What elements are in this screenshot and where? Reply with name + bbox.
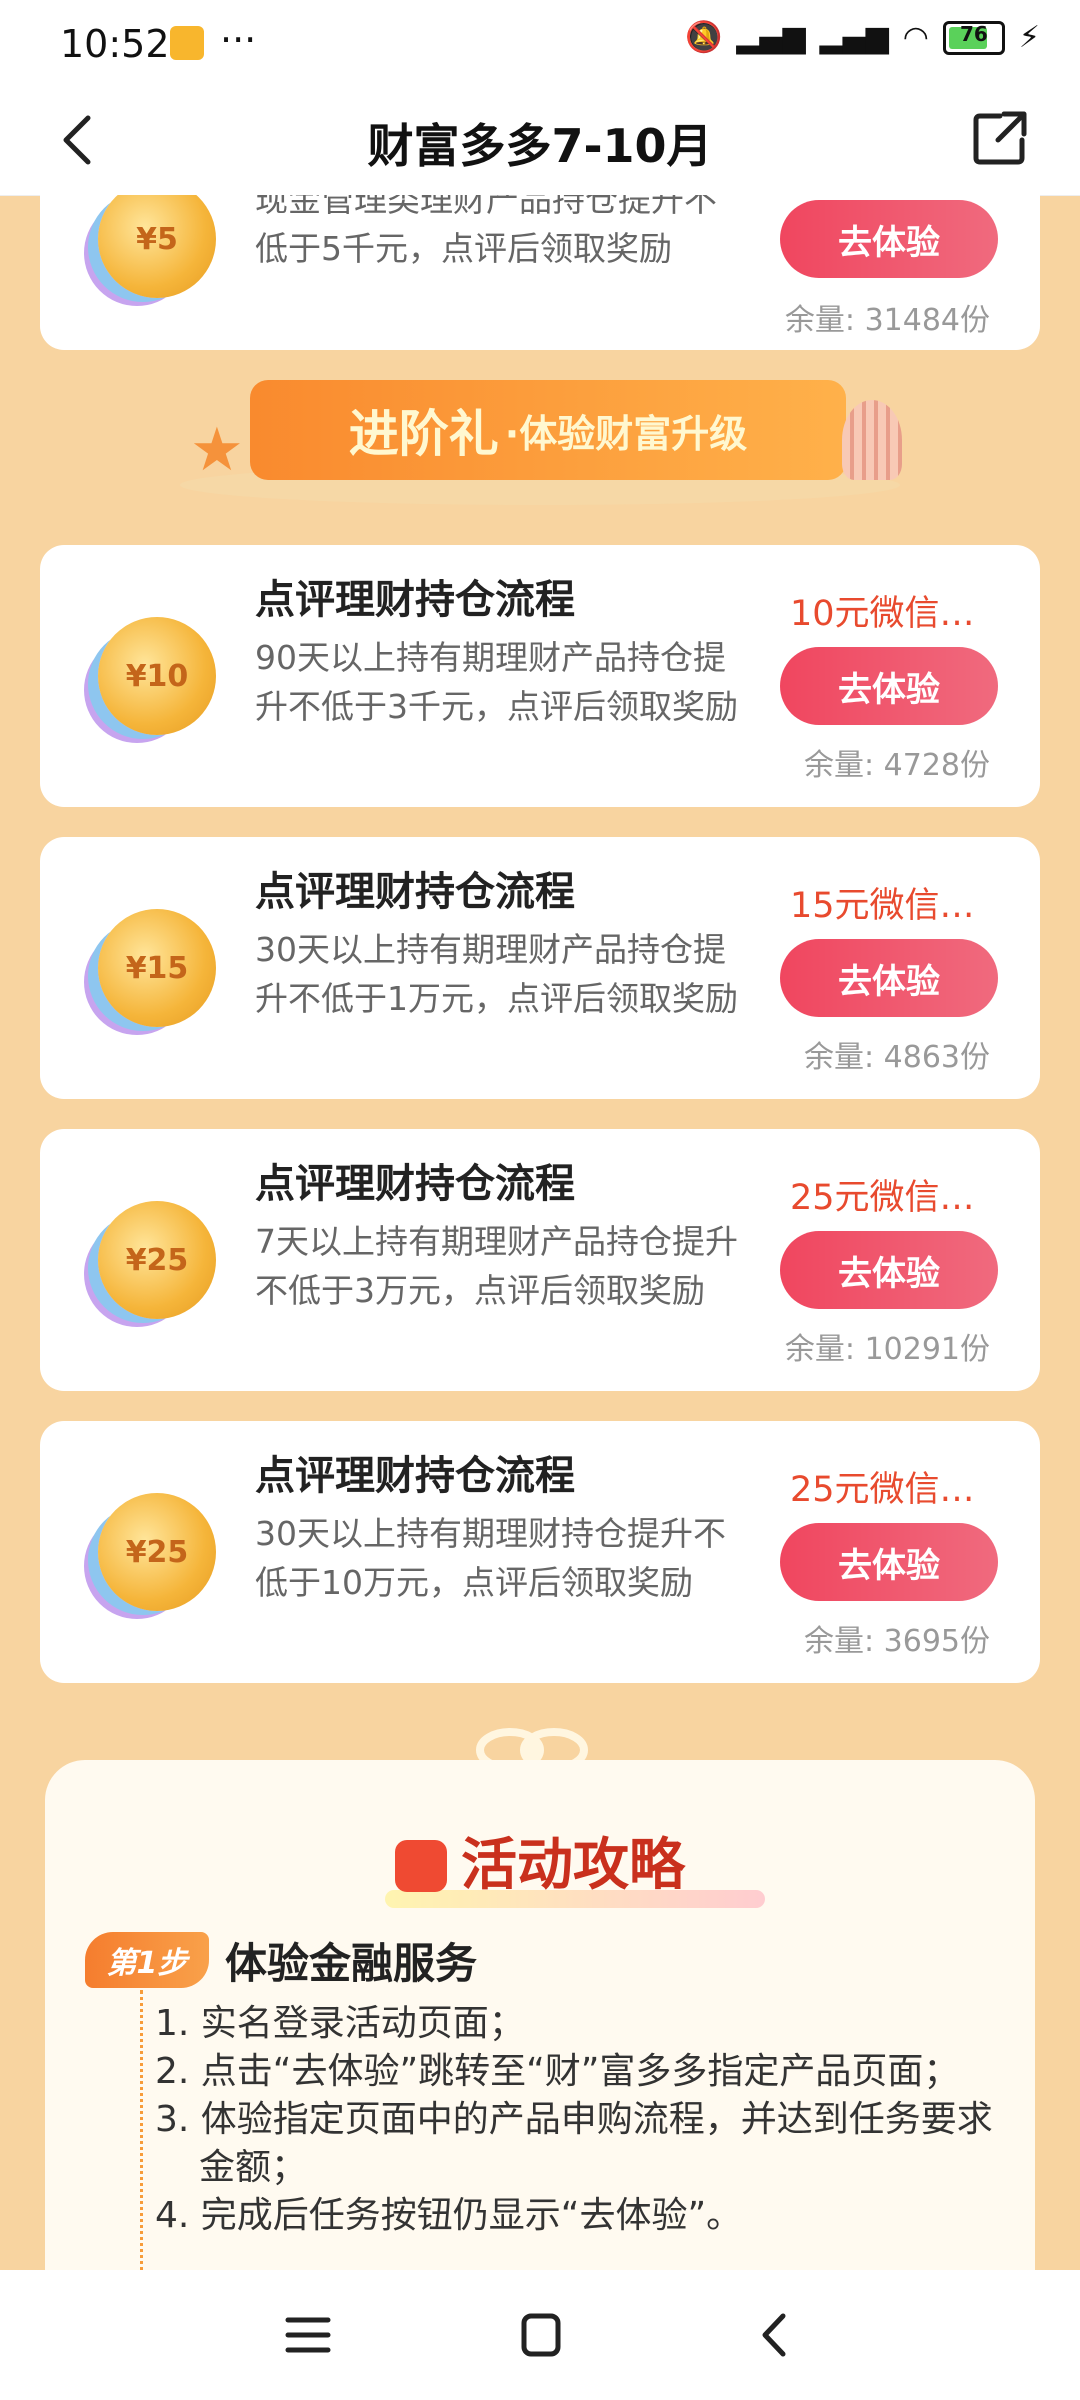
experience-button[interactable]: 去体验 bbox=[780, 647, 998, 725]
step-list: 1. 实名登录活动页面； 2. 点击“去体验”跳转至“财”富多多指定产品页面； … bbox=[155, 2000, 1015, 2240]
back-icon[interactable] bbox=[745, 2310, 805, 2360]
reward-amount: 25元微信… bbox=[790, 1470, 975, 1510]
remaining-count: 余量: 4863份 bbox=[804, 1040, 990, 1075]
coin-icon: ¥25 bbox=[98, 1493, 216, 1611]
starfish-icon: ★ bbox=[190, 415, 244, 485]
step-title: 体验金融服务 bbox=[225, 1939, 478, 1988]
task-title: 点评理财持仓流程 bbox=[255, 1161, 575, 1207]
shell-icon bbox=[842, 400, 902, 480]
task-description: 30天以上持有期理财产品持仓提升不低于1万元，点评后领取奖励 bbox=[255, 930, 738, 1018]
task-title: 点评理财持仓流程 bbox=[255, 1453, 575, 1499]
battery-level: 76 bbox=[960, 21, 988, 46]
task-description: 30天以上持有期理财持仓提升不低于10万元，点评后领取奖励 bbox=[255, 1514, 726, 1602]
banner-sub-text: ·体验财富升级 bbox=[504, 411, 748, 456]
experience-button[interactable]: 去体验 bbox=[780, 200, 998, 278]
signal-icon: ▂▄▆ bbox=[736, 20, 806, 55]
status-icons: 🔕 ▂▄▆ ▂▄▆ ◠ 76 ⚡ bbox=[685, 20, 1040, 55]
reward-amount: 25元微信… bbox=[790, 1178, 975, 1218]
coin-icon: ¥25 bbox=[98, 1201, 216, 1319]
task-title: 点评理财持仓流程 bbox=[255, 869, 575, 915]
menu-icon[interactable] bbox=[278, 2310, 338, 2360]
advanced-gift-banner: 进阶礼 ·体验财富升级 bbox=[250, 380, 846, 480]
coin-icon: ¥5 bbox=[98, 195, 216, 298]
system-nav-bar bbox=[0, 2270, 1080, 2400]
status-bar: 10:52 ··· 🔕 ▂▄▆ ▂▄▆ ◠ 76 ⚡ bbox=[0, 0, 1080, 90]
battery-icon: 76 bbox=[942, 20, 1005, 55]
guide-title: 活动攻略 bbox=[45, 1820, 1035, 1901]
step-item: 2. 点击“去体验”跳转至“财”富多多指定产品页面； bbox=[155, 2051, 960, 2092]
charging-icon: ⚡ bbox=[1018, 20, 1040, 55]
task-description: 90天以上持有期理财产品持仓提升不低于3千元，点评后领取奖励 bbox=[255, 638, 738, 726]
remaining-count: 余量: 31484份 bbox=[784, 303, 990, 338]
reward-amount: 15元微信… bbox=[790, 886, 975, 926]
signal-icon-2: ▂▄▆ bbox=[819, 20, 889, 55]
activity-guide: 活动攻略 第1步 体验金融服务 1. 实名登录活动页面； 2. 点击“去体验”跳… bbox=[45, 1760, 1035, 2270]
scroll-content[interactable]: ¥5 现金管理类理财产品持仓提升不低于5千元，点评后领取奖励 去体验 余量: 3… bbox=[0, 195, 1080, 2270]
share-icon[interactable] bbox=[970, 108, 1030, 168]
task-card: ¥25 点评理财持仓流程 7天以上持有期理财产品持仓提升不低于3万元，点评后领取… bbox=[40, 1129, 1040, 1391]
remaining-count: 余量: 10291份 bbox=[784, 1332, 990, 1367]
more-notifications-icon: ··· bbox=[220, 18, 257, 62]
reward-amount: 10元微信… bbox=[790, 594, 975, 634]
coin-icon: ¥10 bbox=[98, 617, 216, 735]
task-card: ¥25 点评理财持仓流程 30天以上持有期理财持仓提升不低于10万元，点评后领取… bbox=[40, 1421, 1040, 1683]
experience-button[interactable]: 去体验 bbox=[780, 1523, 998, 1601]
status-time: 10:52 bbox=[60, 22, 170, 66]
step-item: 3. 体验指定页面中的产品申购流程，并达到任务要求金额； bbox=[155, 2099, 993, 2188]
task-card: ¥10 点评理财持仓流程 90天以上持有期理财产品持仓提升不低于3千元，点评后领… bbox=[40, 545, 1040, 807]
task-description: 7天以上持有期理财产品持仓提升不低于3万元，点评后领取奖励 bbox=[255, 1222, 738, 1310]
mute-icon: 🔕 bbox=[684, 20, 723, 55]
step-dotted-line bbox=[140, 1990, 143, 2270]
step-badge: 第1步 bbox=[85, 1932, 209, 1988]
step-item: 4. 完成后任务按钮仍显示“去体验”。 bbox=[155, 2195, 743, 2236]
task-title: 点评理财持仓流程 bbox=[255, 577, 575, 623]
experience-button[interactable]: 去体验 bbox=[780, 1231, 998, 1309]
remaining-count: 余量: 3695份 bbox=[804, 1624, 990, 1659]
step-item: 1. 实名登录活动页面； bbox=[155, 2003, 525, 2044]
experience-button[interactable]: 去体验 bbox=[780, 939, 998, 1017]
app-header: 财富多多7-10月 bbox=[0, 90, 1080, 196]
banner-main-text: 进阶礼 bbox=[348, 405, 499, 463]
page-title: 财富多多7-10月 bbox=[367, 119, 713, 173]
task-description: 现金管理类理财产品持仓提升不低于5千元，点评后领取奖励 bbox=[255, 195, 717, 268]
red-packet-icon bbox=[395, 1840, 447, 1892]
task-card: ¥15 点评理财持仓流程 30天以上持有期理财产品持仓提升不低于1万元，点评后领… bbox=[40, 837, 1040, 1099]
remaining-count: 余量: 4728份 bbox=[804, 748, 990, 783]
task-card-top: ¥5 现金管理类理财产品持仓提升不低于5千元，点评后领取奖励 去体验 余量: 3… bbox=[40, 195, 1040, 350]
notification-icon bbox=[170, 26, 204, 60]
coin-icon: ¥15 bbox=[98, 909, 216, 1027]
home-icon[interactable] bbox=[510, 2310, 570, 2360]
wifi-icon: ◠ bbox=[902, 20, 929, 55]
